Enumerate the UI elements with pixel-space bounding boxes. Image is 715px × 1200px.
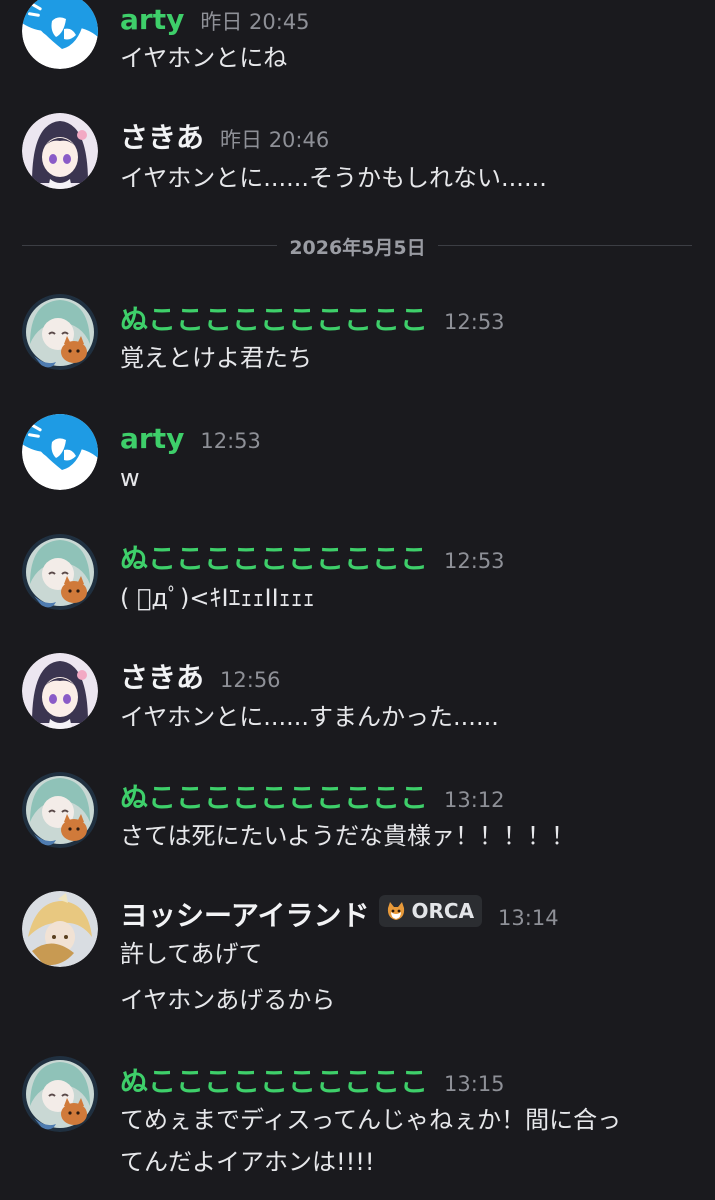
username[interactable]: さきあ (120, 660, 204, 696)
message-text: さては死にたいようだな貴様ァ！！！！！ (120, 822, 576, 850)
timestamp: 12:53 (200, 429, 261, 453)
timestamp: 13:15 (444, 1072, 505, 1096)
message-text: イヤホンとにね (120, 44, 288, 72)
date-divider: 2026年5月5日 (0, 233, 715, 260)
username[interactable]: さきあ (120, 120, 204, 156)
date-divider-label: 2026年5月5日 (277, 237, 438, 259)
teal-hair-girl-cat-avatar[interactable] (22, 1056, 98, 1132)
blue-ghost-avatar[interactable] (22, 414, 98, 490)
teal-hair-girl-cat-avatar[interactable] (22, 294, 98, 370)
username[interactable]: arty (120, 2, 184, 38)
message-text: てめぇまでディスってんじゃねぇか！間に合っ (120, 1106, 622, 1134)
username[interactable]: ヨッシーアイランド (120, 898, 369, 934)
blonde-character-avatar[interactable] (22, 891, 98, 967)
message-text: w (120, 464, 140, 492)
server-tag[interactable]: ORCA (379, 895, 483, 927)
message-text: イヤホンとに......すまんかった...... (120, 703, 499, 731)
message-text: 許してあげて (120, 940, 263, 968)
purple-hair-girl-avatar[interactable] (22, 653, 98, 729)
timestamp: 昨日 20:45 (200, 10, 310, 34)
teal-hair-girl-cat-avatar[interactable] (22, 534, 98, 610)
blue-ghost-avatar[interactable] (22, 0, 98, 69)
message-text: 覚えとけよ君たち (120, 344, 312, 372)
timestamp: 13:12 (444, 788, 505, 812)
timestamp: 12:53 (444, 549, 505, 573)
purple-hair-girl-avatar[interactable] (22, 113, 98, 189)
message-text: てんだよイアホンは!!!! (120, 1148, 375, 1176)
message-text: イヤホンあげるから (120, 986, 336, 1014)
username[interactable]: arty (120, 421, 184, 457)
timestamp: 昨日 20:46 (220, 128, 330, 152)
cat-icon (388, 902, 405, 920)
username[interactable]: ぬここここここここここ (120, 780, 428, 816)
teal-hair-girl-cat-avatar[interactable] (22, 772, 98, 848)
server-tag-label: ORCA (411, 899, 475, 923)
timestamp: 12:53 (444, 310, 505, 334)
message-text: イヤホンとに......そうかもしれない...... (120, 164, 547, 192)
timestamp: 13:14 (498, 906, 559, 930)
username[interactable]: ぬここここここここここ (120, 541, 428, 577)
username[interactable]: ぬここここここここここ (120, 1064, 428, 1100)
message-text: ( ﾟдﾟ)<ｷIｴｪｪIIｪｪｪ (120, 584, 315, 612)
timestamp: 12:56 (220, 668, 281, 692)
username[interactable]: ぬここここここここここ (120, 302, 428, 338)
